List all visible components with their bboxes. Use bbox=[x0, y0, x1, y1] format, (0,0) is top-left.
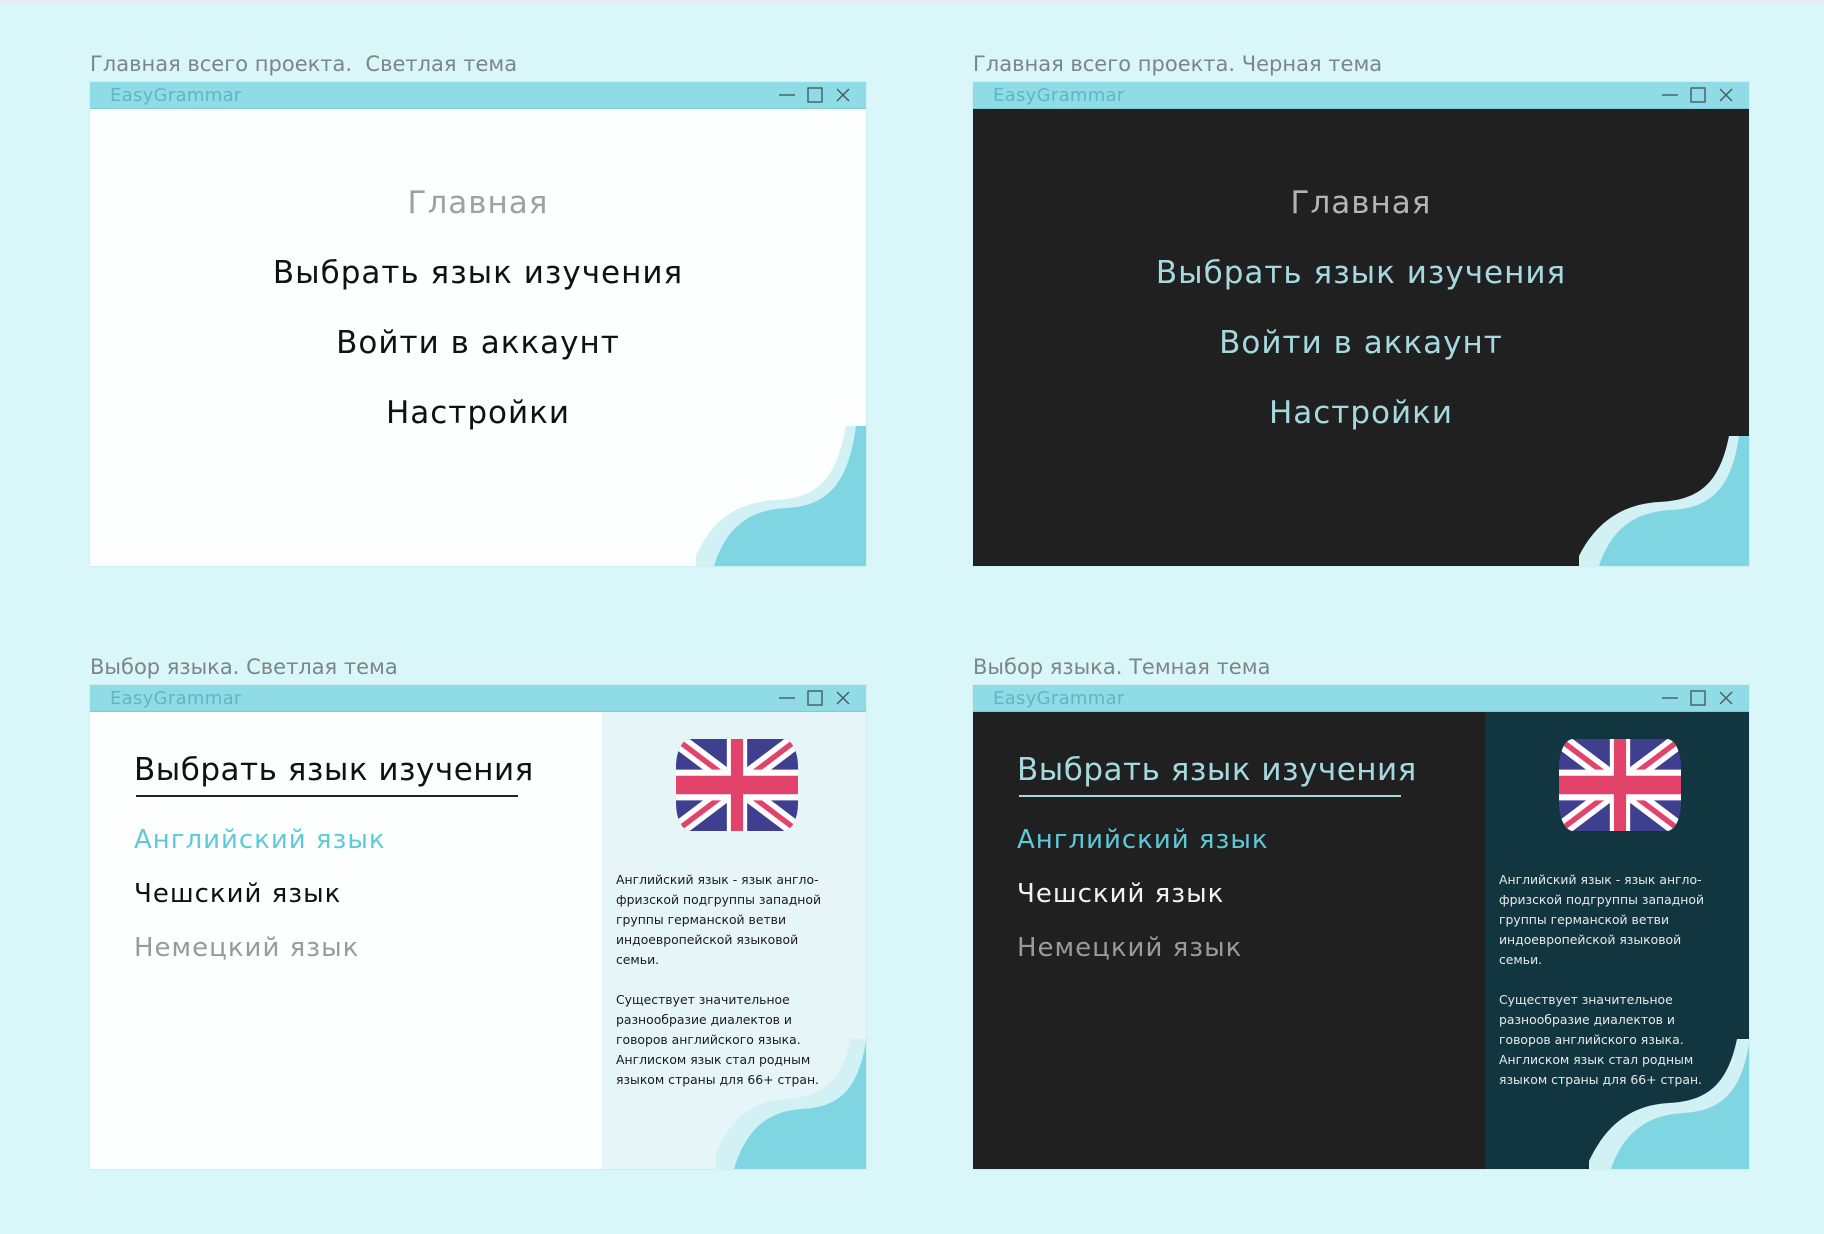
maximize-icon[interactable] bbox=[806, 689, 824, 707]
uk-flag-icon bbox=[676, 739, 798, 831]
menu-item-home[interactable]: Главная bbox=[90, 185, 866, 221]
language-item-english[interactable]: Английский язык bbox=[134, 825, 386, 855]
heading-underline bbox=[1019, 795, 1401, 797]
heading-underline bbox=[136, 795, 518, 797]
titlebar: EasyGrammar bbox=[973, 685, 1749, 712]
menu-item-login[interactable]: Войти в аккаунт bbox=[90, 325, 866, 361]
window-body: Выбрать язык изучения Английский язык Че… bbox=[90, 712, 866, 1169]
corner-wave-decoration bbox=[696, 426, 866, 566]
minimize-icon[interactable] bbox=[778, 86, 796, 104]
app-title: EasyGrammar bbox=[993, 85, 1125, 106]
language-item-czech[interactable]: Чешский язык bbox=[1017, 879, 1224, 909]
frame-label-language-dark: Выбор языка. Темная тема bbox=[973, 655, 1271, 679]
maximize-icon[interactable] bbox=[1689, 86, 1707, 104]
close-icon[interactable] bbox=[834, 689, 852, 707]
top-strip bbox=[0, 0, 1824, 4]
language-info-panel: Английский язык - язык англо- фризской п… bbox=[602, 712, 866, 1169]
language-heading: Выбрать язык изучения bbox=[1017, 752, 1417, 788]
window-body: Главная Выбрать язык изучения Войти в ак… bbox=[90, 109, 866, 566]
language-item-german[interactable]: Немецкий язык bbox=[1017, 933, 1242, 963]
language-item-czech[interactable]: Чешский язык bbox=[134, 879, 341, 909]
window-body: Выбрать язык изучения Английский язык Че… bbox=[973, 712, 1749, 1169]
language-list-panel: Выбрать язык изучения Английский язык Че… bbox=[90, 712, 602, 1169]
frame-label-language-light: Выбор языка. Светлая тема bbox=[90, 655, 398, 679]
close-icon[interactable] bbox=[1717, 689, 1735, 707]
frame-label-main-dark: Главная всего проекта. Черная тема bbox=[973, 52, 1383, 76]
window-body: Главная Выбрать язык изучения Войти в ак… bbox=[973, 109, 1749, 566]
language-item-english[interactable]: Английский язык bbox=[1017, 825, 1269, 855]
menu-item-choose-language[interactable]: Выбрать язык изучения bbox=[973, 255, 1749, 291]
titlebar: EasyGrammar bbox=[973, 82, 1749, 109]
minimize-icon[interactable] bbox=[778, 689, 796, 707]
app-title: EasyGrammar bbox=[110, 85, 242, 106]
language-info-panel: Английский язык - язык англо- фризской п… bbox=[1485, 712, 1749, 1169]
maximize-icon[interactable] bbox=[806, 86, 824, 104]
window-main-light: EasyGrammar Главная Выбрать язык изучени… bbox=[90, 82, 866, 566]
language-heading: Выбрать язык изучения bbox=[134, 752, 534, 788]
language-item-german[interactable]: Немецкий язык bbox=[134, 933, 359, 963]
menu-item-choose-language[interactable]: Выбрать язык изучения bbox=[90, 255, 866, 291]
frame-label-main-light: Главная всего проекта. Светлая тема bbox=[90, 52, 518, 76]
close-icon[interactable] bbox=[834, 86, 852, 104]
titlebar: EasyGrammar bbox=[90, 82, 866, 109]
maximize-icon[interactable] bbox=[1689, 689, 1707, 707]
minimize-icon[interactable] bbox=[1661, 689, 1679, 707]
app-title: EasyGrammar bbox=[110, 688, 242, 709]
close-icon[interactable] bbox=[1717, 86, 1735, 104]
minimize-icon[interactable] bbox=[1661, 86, 1679, 104]
app-title: EasyGrammar bbox=[993, 688, 1125, 709]
corner-wave-decoration bbox=[716, 1039, 866, 1169]
uk-flag-icon bbox=[1559, 739, 1681, 831]
menu-item-settings[interactable]: Настройки bbox=[973, 395, 1749, 431]
titlebar: EasyGrammar bbox=[90, 685, 866, 712]
menu-item-login[interactable]: Войти в аккаунт bbox=[973, 325, 1749, 361]
corner-wave-decoration bbox=[1589, 1039, 1749, 1169]
window-language-dark: EasyGrammar Выбрать язык изучения Англий… bbox=[973, 685, 1749, 1169]
language-list-panel: Выбрать язык изучения Английский язык Че… bbox=[973, 712, 1485, 1169]
window-language-light: EasyGrammar Выбрать язык изучения Англий… bbox=[90, 685, 866, 1169]
window-main-dark: EasyGrammar Главная Выбрать язык изучени… bbox=[973, 82, 1749, 566]
corner-wave-decoration bbox=[1579, 436, 1749, 566]
menu-item-home[interactable]: Главная bbox=[973, 185, 1749, 221]
